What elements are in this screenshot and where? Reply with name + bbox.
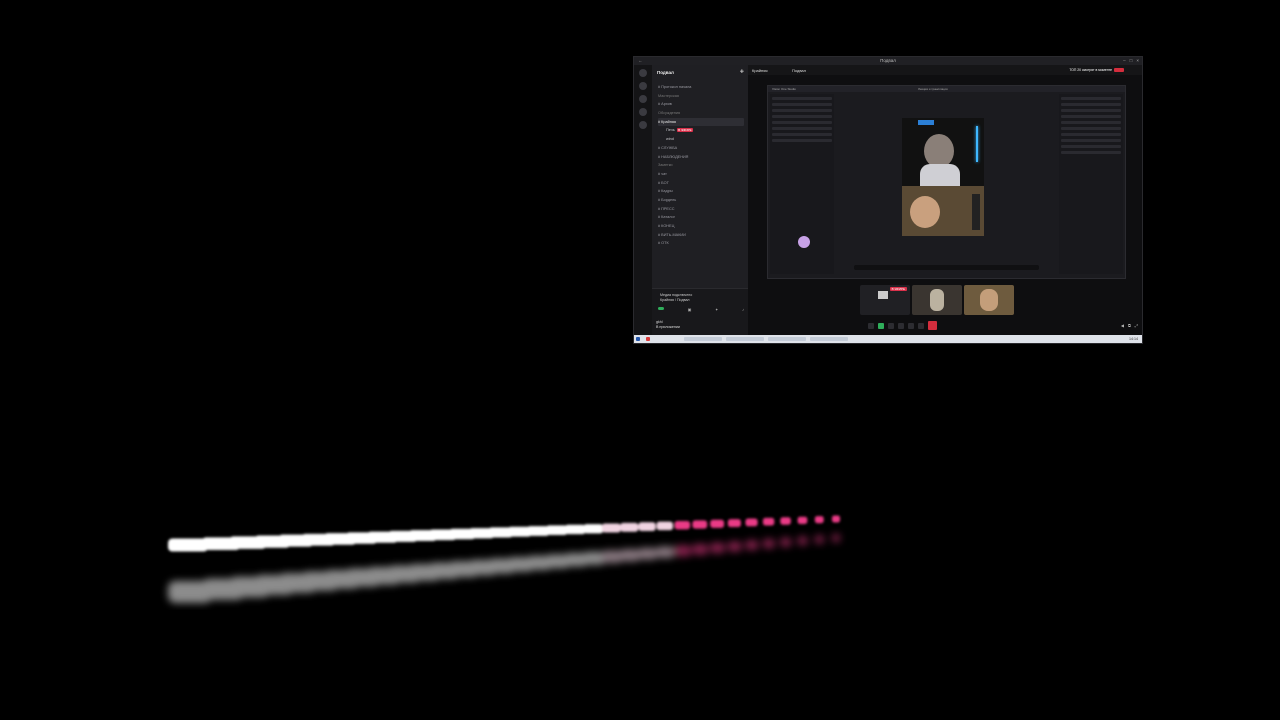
trail-dash — [564, 524, 586, 535]
trail-dash — [780, 517, 791, 525]
trail-dash — [710, 542, 725, 554]
trail-dash — [620, 522, 639, 532]
trail-dash — [814, 535, 824, 544]
trail-dash — [692, 543, 708, 555]
trail-dash — [638, 522, 656, 531]
trail-dash — [745, 518, 758, 527]
trail-dash — [780, 537, 792, 547]
trail-dash — [692, 520, 708, 529]
trail-dash — [583, 524, 604, 534]
trail-dash — [674, 545, 692, 557]
trail-dash — [710, 519, 725, 528]
trail-dash — [727, 541, 742, 552]
trail-dash — [638, 547, 657, 560]
trail-dash — [762, 517, 775, 526]
trail-dash — [745, 540, 759, 550]
trail-dash — [814, 516, 824, 524]
trail-dash — [797, 536, 808, 546]
light-trails — [168, 515, 840, 603]
trail-dash — [832, 534, 840, 542]
trail-dash — [620, 548, 640, 562]
trail-dash — [583, 551, 605, 565]
trail-dash — [656, 546, 675, 559]
trail-dash — [762, 538, 775, 549]
trail-dash — [727, 519, 741, 528]
trail-dash — [656, 521, 673, 531]
trail-dash — [601, 523, 621, 533]
trail-dash — [797, 516, 808, 525]
trail-dash — [601, 550, 623, 564]
trail-dash — [674, 520, 691, 530]
trail-dash — [545, 525, 568, 535]
trail-dash — [832, 515, 840, 523]
